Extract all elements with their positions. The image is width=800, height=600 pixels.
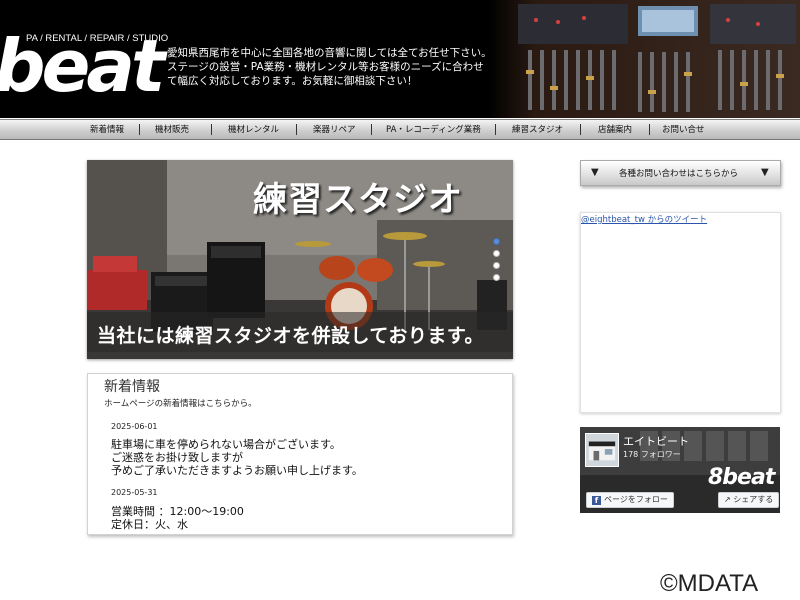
slider-pagination [493, 238, 501, 286]
hero-slider[interactable]: 練習スタジオ 当社には練習スタジオを併設しております。 [87, 160, 513, 359]
news-date: 2025-05-31 [111, 488, 158, 497]
intro-line: て幅広く対応しております。お気軽に御相談下さい！ [167, 75, 418, 87]
facebook-page-avatar[interactable] [585, 433, 619, 467]
slider-dot-3[interactable] [493, 262, 500, 269]
intro-text: 愛知県西尾市を中心に全国各地の音響に関しては全てお任せ下さい。 ステージの設営・… [167, 46, 497, 88]
mixing-console-image [488, 0, 800, 118]
follow-label: ページをフォロー [604, 495, 668, 504]
slider-dot-4[interactable] [493, 274, 500, 281]
nav-item-news[interactable]: 新着情報 [90, 123, 124, 135]
news-box: 新着情報 ホームページの新着情報はこちらから。 2025-06-01 駐車場に車… [87, 373, 513, 535]
nav-item-rental[interactable]: 機材レンタル [228, 123, 279, 135]
intro-line: ステージの設営・PA業務・機材レンタル等お客様のニーズに合わせ [167, 61, 484, 73]
contact-label: 各種お問い合わせはこちらから [619, 169, 739, 179]
contact-dropdown-button[interactable]: ▼ 各種お問い合わせはこちらから ▼ [580, 160, 781, 186]
news-date: 2025-06-01 [111, 422, 158, 431]
intro-line: 愛知県西尾市を中心に全国各地の音響に関しては全てお任せ下さい。 [167, 47, 492, 59]
nav-item-studio[interactable]: 練習スタジオ [512, 123, 563, 135]
nav-separator [580, 124, 581, 135]
facebook-cover-logo: 8beat [708, 465, 775, 490]
facebook-page-widget: エイトビート 178 フォロワー 8beat f ページをフォロー ↗ シェアする [580, 427, 780, 513]
news-entry-body: 営業時間 ：12:00～19:00 定休日：火、水 [111, 505, 244, 531]
nav-item-store-info[interactable]: 店舗案内 [598, 123, 632, 135]
main-nav: 新着情報 機材販売 機材レンタル 楽器リペア PA・レコーディング業務 練習スタ… [0, 119, 800, 140]
news-line: 駐車場に車を停められない場合がございます。 [111, 438, 341, 451]
nav-separator [495, 124, 496, 135]
slider-caption: 当社には練習スタジオを併設しております。 [97, 325, 484, 347]
twitter-timeline: @eightbeat_tw からのツイート [580, 212, 781, 413]
news-line: 予めご了承いただきますようお願い申し上げます。 [111, 464, 363, 477]
facebook-follow-button[interactable]: f ページをフォロー [586, 492, 674, 508]
triangle-down-icon: ▼ [591, 167, 599, 178]
triangle-down-icon: ▼ [761, 167, 769, 178]
twitter-timeline-link[interactable]: @eightbeat_tw からのツイート [581, 213, 707, 225]
slider-dot-1[interactable] [493, 238, 500, 245]
news-line: 営業時間 ：12:00～19:00 [111, 505, 244, 518]
nav-separator [211, 124, 212, 135]
nav-separator [296, 124, 297, 135]
news-line: 定休日：火、水 [111, 518, 188, 531]
share-icon: ↗ [724, 495, 731, 504]
facebook-page-name[interactable]: エイトビート [623, 433, 689, 449]
news-heading: 新着情報 [104, 379, 160, 395]
nav-item-equipment-sales[interactable]: 機材販売 [155, 123, 189, 135]
nav-separator [649, 124, 650, 135]
nav-separator [371, 124, 372, 135]
nav-item-contact[interactable]: お問い合せ [662, 123, 705, 135]
facebook-icon: f [592, 496, 601, 505]
slider-dot-2[interactable] [493, 250, 500, 257]
facebook-share-button[interactable]: ↗ シェアする [718, 492, 780, 508]
facebook-followers: 178 フォロワー [623, 450, 681, 459]
share-label: シェアする [733, 495, 774, 504]
site-header: beat PA / RENTAL / REPAIR / STUDIO 愛知県西尾… [0, 0, 800, 118]
news-subtitle: ホームページの新着情報はこちらから。 [104, 399, 257, 409]
news-entry-body: 駐車場に車を停められない場合がございます。 ご迷惑をお掛け致しますが 予めご了承… [111, 438, 363, 477]
copyright-watermark: ©MDATA [660, 570, 759, 597]
nav-item-repair[interactable]: 楽器リペア [313, 123, 356, 135]
nav-separator [139, 124, 140, 135]
nav-item-pa-recording[interactable]: PA・レコーディング業務 [386, 123, 481, 135]
news-line: ご迷惑をお掛け致しますが [111, 451, 243, 464]
slider-title: 練習スタジオ [253, 180, 463, 220]
site-tagline: PA / RENTAL / REPAIR / STUDIO [26, 33, 169, 44]
